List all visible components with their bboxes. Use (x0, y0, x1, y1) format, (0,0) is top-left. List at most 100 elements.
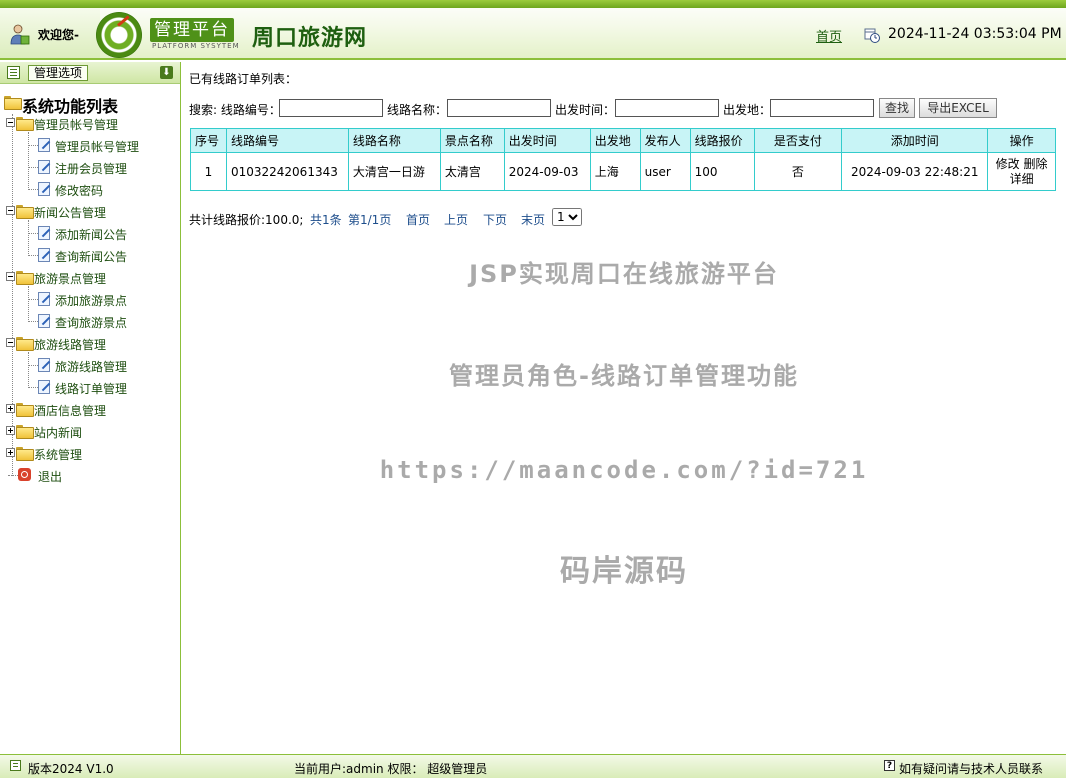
first-page-link[interactable]: 首页 (406, 211, 430, 228)
route-no-input[interactable] (279, 99, 383, 117)
tree-connector (28, 321, 38, 322)
sidebar-group-label: 系统管理 (34, 448, 83, 462)
cell-depart-time: 2024-09-03 (503, 152, 591, 191)
collapse-toggle-icon[interactable] (6, 118, 15, 127)
cell-publisher: user (639, 152, 691, 191)
next-page-link[interactable]: 下页 (483, 211, 507, 228)
tree-guide-line (28, 132, 29, 188)
sidebar-item-label: 线路订单管理 (55, 382, 128, 396)
header-top-strip (0, 0, 1066, 8)
home-link[interactable]: 首页 (816, 26, 842, 45)
sidebar-group-label: 管理员帐号管理 (34, 118, 119, 132)
table-header-row: 序号 线路编号 线路名称 景点名称 出发时间 出发地 发布人 线路报价 是否支付… (190, 128, 1056, 153)
edit-document-icon (38, 160, 50, 174)
current-user-text: 当前用户:admin 权限： 超级管理员 (294, 762, 488, 776)
sidebar-group-label: 旅游景点管理 (34, 272, 107, 286)
column-header: 出发时间 (503, 128, 591, 153)
tree-guide-line (12, 114, 13, 476)
cell-price: 100 (689, 152, 755, 191)
edit-document-icon (38, 292, 50, 306)
search-route-name-label: 线路名称： (387, 103, 448, 117)
edit-document-icon (38, 314, 50, 328)
price-summary: 共计线路报价:100.0; (189, 213, 304, 227)
edit-link[interactable]: 修改 (996, 157, 1020, 171)
logo-emblem-icon (96, 12, 142, 58)
sidebar-item-label: 修改密码 (55, 184, 104, 198)
sidebar-group-label: 新闻公告管理 (34, 206, 107, 220)
tree-connector (28, 145, 38, 146)
user-icon (10, 24, 30, 45)
folder-open-icon (16, 337, 34, 351)
folder-closed-icon (16, 425, 34, 439)
folder-open-icon (16, 117, 34, 131)
sidebar: 管理选项 ⬇ 系统功能列表 管理员帐号管理 管理员帐号管理 注册会员管理 修改密… (0, 62, 181, 754)
cell-depart-place: 上海 (589, 152, 641, 191)
route-name-input[interactable] (447, 99, 551, 117)
watermark-title: JSP实现周口在线旅游平台 (469, 260, 779, 288)
export-excel-button[interactable]: 导出EXCEL (919, 98, 997, 118)
sidebar-item-label: 查询旅游景点 (55, 316, 128, 330)
table-row: 1 01032242061343 大清宫一日游 太清宫 2024-09-03 上… (190, 152, 1056, 191)
tree-connector (28, 299, 38, 300)
main-content: 已有线路订单列表： 搜索: 线路编号： 线路名称： 出发时间： 出发地： 查找 … (182, 62, 1066, 754)
delete-link[interactable]: 删除 (1024, 157, 1048, 171)
prev-page-link[interactable]: 上页 (444, 211, 468, 228)
tree-connector (28, 255, 38, 256)
header-bar: 欢迎您- 管理平台 PLATFORM SYSYTEM 周口旅游网 首页 2024… (0, 0, 1066, 60)
column-header: 序号 (190, 128, 227, 153)
column-header: 发布人 (639, 128, 691, 153)
folder-open-icon (16, 271, 34, 285)
sidebar-item-label: 查询新闻公告 (55, 250, 128, 264)
help-icon: ? (884, 760, 895, 771)
logout-icon (18, 468, 31, 481)
page-select[interactable]: 1 (552, 208, 582, 226)
collapse-toggle-icon[interactable] (6, 206, 15, 215)
find-button[interactable]: 查找 (879, 98, 915, 118)
sidebar-item-label: 管理员帐号管理 (55, 140, 140, 154)
orders-table: 序号 线路编号 线路名称 景点名称 出发时间 出发地 发布人 线路报价 是否支付… (190, 128, 1056, 191)
collapse-arrow-icon[interactable]: ⬇ (160, 66, 173, 79)
sidebar-item-label: 添加旅游景点 (55, 294, 128, 308)
tree-connector (28, 167, 38, 168)
search-bar: 搜索: 线路编号： 线路名称： 出发时间： 出发地： 查找 导出EXCEL (189, 98, 1059, 120)
cell-scenic: 太清宫 (439, 152, 505, 191)
help-text: 如有疑问请与技术人员联系 (899, 762, 1044, 776)
list-title: 已有线路订单列表： (189, 72, 298, 86)
tree-guide-line (28, 220, 29, 254)
cell-route-no: 01032242061343 (225, 152, 349, 191)
total-count: 共1条 (310, 213, 342, 227)
column-header: 添加时间 (841, 128, 989, 153)
cell-operations: 修改 删除 详细 (987, 152, 1056, 191)
depart-time-input[interactable] (615, 99, 719, 117)
site-name: 周口旅游网 (252, 25, 368, 51)
sidebar-group-label: 酒店信息管理 (34, 404, 107, 418)
expand-toggle-icon[interactable] (6, 448, 15, 457)
current-datetime: 2024-11-24 03:53:04 PM (888, 26, 1062, 42)
sidebar-title: 管理选项 (28, 65, 89, 81)
folder-closed-icon (16, 403, 34, 417)
detail-link[interactable]: 详细 (1010, 172, 1034, 186)
search-route-no-label: 搜索: 线路编号： (189, 103, 281, 117)
version-text: 版本2024 V1.0 (28, 762, 114, 776)
column-header: 景点名称 (439, 128, 505, 153)
edit-document-icon (38, 138, 50, 152)
page-indicator: 第1/1页 (348, 213, 392, 227)
folder-open-icon (4, 96, 22, 110)
last-page-link[interactable]: 末页 (521, 211, 545, 228)
tree-connector (28, 189, 38, 190)
logo-subtitle: PLATFORM SYSYTEM (152, 42, 240, 50)
collapse-toggle-icon[interactable] (6, 272, 15, 281)
column-header: 线路名称 (347, 128, 441, 153)
watermark-url: https://maancode.com/?id=721 (379, 456, 869, 484)
expand-toggle-icon[interactable] (6, 426, 15, 435)
watermark-brand: 码岸源码 (560, 554, 688, 589)
cell-paid: 否 (753, 152, 843, 191)
expand-toggle-icon[interactable] (6, 404, 15, 413)
search-depart-time-label: 出发时间： (555, 103, 616, 117)
collapse-toggle-icon[interactable] (6, 338, 15, 347)
cell-index: 1 (190, 152, 227, 191)
sidebar-item-label: 注册会员管理 (55, 162, 128, 176)
footer-bar: 版本2024 V1.0 当前用户:admin 权限： 超级管理员 ? 如有疑问请… (0, 754, 1066, 778)
watermark-subtitle: 管理员角色-线路订单管理功能 (449, 362, 799, 390)
depart-place-input[interactable] (770, 99, 874, 117)
